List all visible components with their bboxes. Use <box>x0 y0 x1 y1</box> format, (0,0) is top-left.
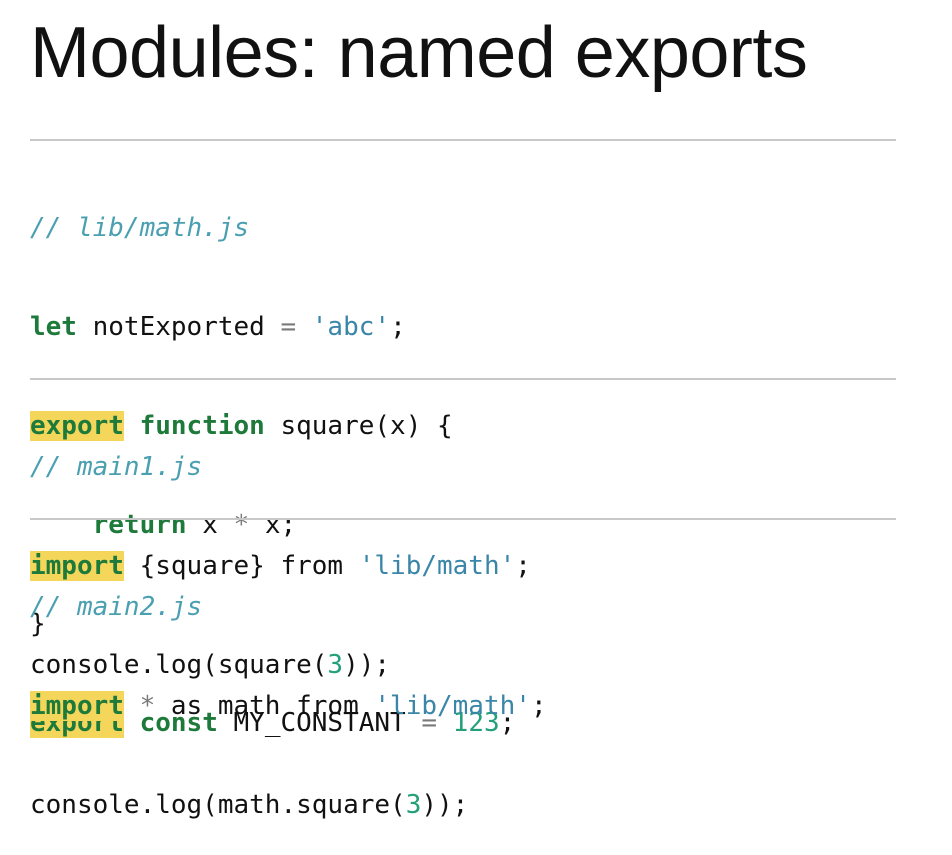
code-line: console.log(math.square(3)); <box>30 790 469 820</box>
code-block-main2: // main2.js import * as math from 'lib/m… <box>30 525 547 855</box>
code-comment: // lib/math.js <box>30 213 250 243</box>
divider-1 <box>30 139 896 141</box>
code-line: import * as math from 'lib/math'; <box>30 691 547 721</box>
highlighted-keyword: import <box>30 691 124 721</box>
code-comment: // main1.js <box>30 452 203 482</box>
code-line: let notExported = 'abc'; <box>30 312 406 342</box>
divider-2 <box>30 378 896 380</box>
divider-3 <box>30 518 896 520</box>
slide-title: Modules: named exports <box>30 13 808 93</box>
code-comment: // main2.js <box>30 592 203 622</box>
